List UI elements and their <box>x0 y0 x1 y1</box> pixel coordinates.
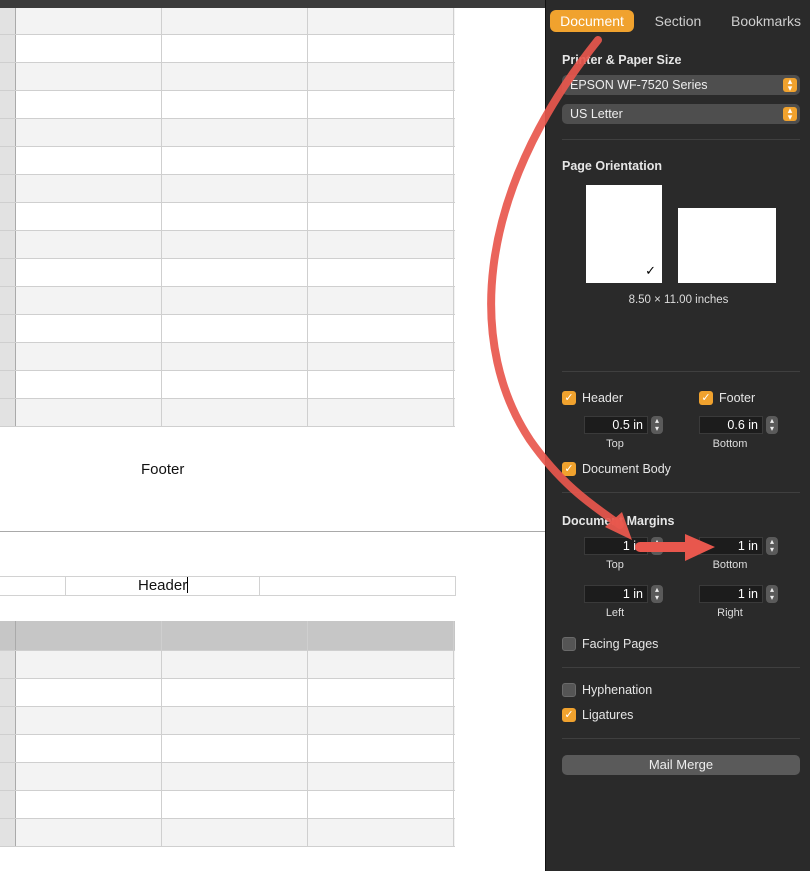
table-row[interactable] <box>0 679 455 707</box>
document-inspector-sidebar: Document Section Bookmarks Printer & Pap… <box>545 0 810 871</box>
right-margin-field[interactable]: 1 in <box>699 585 763 603</box>
document-body-checkbox[interactable]: ✓ <box>562 462 576 476</box>
page-table-lower[interactable] <box>0 621 455 847</box>
table-row[interactable] <box>0 707 455 735</box>
page-break-divider <box>0 531 545 532</box>
printer-select[interactable]: EPSON WF-7520 Series ▴ ▾ <box>562 75 800 95</box>
chevron-updown-icon: ▴ ▾ <box>783 77 797 93</box>
portrait-orientation-option[interactable]: ✓ <box>586 185 662 283</box>
header-checkbox[interactable]: ✓ <box>562 391 576 405</box>
printer-paper-heading: Printer & Paper Size <box>562 53 682 67</box>
paper-size-value: US Letter <box>570 107 623 121</box>
table-row[interactable] <box>0 763 455 791</box>
mail-merge-button[interactable]: Mail Merge <box>562 755 800 775</box>
chevron-updown-icon: ▴ ▾ <box>783 106 797 122</box>
hyphenation-checkbox[interactable] <box>562 683 576 697</box>
left-margin-field[interactable]: 1 in <box>584 585 648 603</box>
table-row[interactable] <box>0 91 455 119</box>
bottom-margin-field[interactable]: 1 in <box>699 537 763 555</box>
header-margin-stepper[interactable]: ▴ ▾ <box>651 416 663 434</box>
footer-checkbox-label: Footer <box>719 391 756 405</box>
section-divider <box>562 667 800 668</box>
table-row[interactable] <box>0 651 455 679</box>
header-checkbox-label: Header <box>582 391 623 405</box>
document-canvas[interactable]: Footer Header <box>0 8 545 871</box>
tab-bookmarks[interactable]: Bookmarks <box>722 10 810 32</box>
table-row[interactable] <box>0 399 455 427</box>
table-row[interactable] <box>0 735 455 763</box>
table-row[interactable] <box>0 119 455 147</box>
page-header-text: Header <box>138 577 188 594</box>
right-margin-stepper[interactable]: ▴ ▾ <box>766 585 778 603</box>
table-row[interactable] <box>0 371 455 399</box>
footer-bottom-label: Bottom <box>712 438 748 450</box>
section-divider <box>562 738 800 739</box>
margin-right-label: Right <box>717 607 743 619</box>
landscape-orientation-option[interactable] <box>678 208 776 283</box>
table-row[interactable] <box>0 35 455 63</box>
document-body-label: Document Body <box>582 462 671 476</box>
inspector-tabs: Document Section Bookmarks <box>550 10 810 32</box>
table-row[interactable] <box>0 791 455 819</box>
document-margins-heading: Document Margins <box>562 514 675 528</box>
ligatures-label: Ligatures <box>582 708 634 722</box>
header-margin-field[interactable]: 0.5 in <box>584 416 648 434</box>
tab-section[interactable]: Section <box>634 10 722 32</box>
left-margin-stepper[interactable]: ▴ ▾ <box>651 585 663 603</box>
table-row[interactable] <box>0 819 455 847</box>
top-margin-field[interactable]: 1 in <box>584 537 648 555</box>
facing-pages-checkbox[interactable] <box>562 637 576 651</box>
facing-pages-label: Facing Pages <box>582 637 659 651</box>
table-row[interactable] <box>0 343 455 371</box>
table-row[interactable] <box>0 287 455 315</box>
header-top-label: Top <box>606 438 624 450</box>
table-header-row[interactable] <box>0 621 455 651</box>
page-footer-text[interactable]: Footer <box>141 461 184 478</box>
checkmark-icon: ✓ <box>645 263 656 278</box>
margin-left-label: Left <box>605 607 625 619</box>
table-row[interactable] <box>0 315 455 343</box>
table-row[interactable] <box>0 147 455 175</box>
paper-size-select[interactable]: US Letter ▴ ▾ <box>562 104 800 124</box>
table-row[interactable] <box>0 259 455 287</box>
page-table-upper[interactable] <box>0 8 455 427</box>
ligatures-checkbox[interactable]: ✓ <box>562 708 576 722</box>
page-header-row[interactable]: Header <box>0 576 456 596</box>
table-row[interactable] <box>0 63 455 91</box>
page-header-field[interactable]: Header <box>138 577 189 594</box>
table-row[interactable] <box>0 175 455 203</box>
footer-margin-field[interactable]: 0.6 in <box>699 416 763 434</box>
table-row[interactable] <box>0 203 455 231</box>
text-caret <box>187 577 189 593</box>
bottom-margin-stepper[interactable]: ▴ ▾ <box>766 537 778 555</box>
section-divider <box>562 371 800 372</box>
section-divider <box>562 492 800 493</box>
table-row[interactable] <box>0 8 455 35</box>
top-margin-stepper[interactable]: ▴ ▾ <box>651 537 663 555</box>
section-divider <box>562 139 800 140</box>
tab-document[interactable]: Document <box>550 10 634 32</box>
hyphenation-label: Hyphenation <box>582 683 653 697</box>
page-orientation-heading: Page Orientation <box>562 159 663 173</box>
margin-top-label: Top <box>606 559 624 571</box>
footer-checkbox[interactable]: ✓ <box>699 391 713 405</box>
printer-select-value: EPSON WF-7520 Series <box>570 78 708 92</box>
table-row[interactable] <box>0 231 455 259</box>
margin-bottom-label: Bottom <box>712 559 748 571</box>
footer-margin-stepper[interactable]: ▴ ▾ <box>766 416 778 434</box>
paper-dimensions-label: 8.50 × 11.00 inches <box>628 294 729 306</box>
